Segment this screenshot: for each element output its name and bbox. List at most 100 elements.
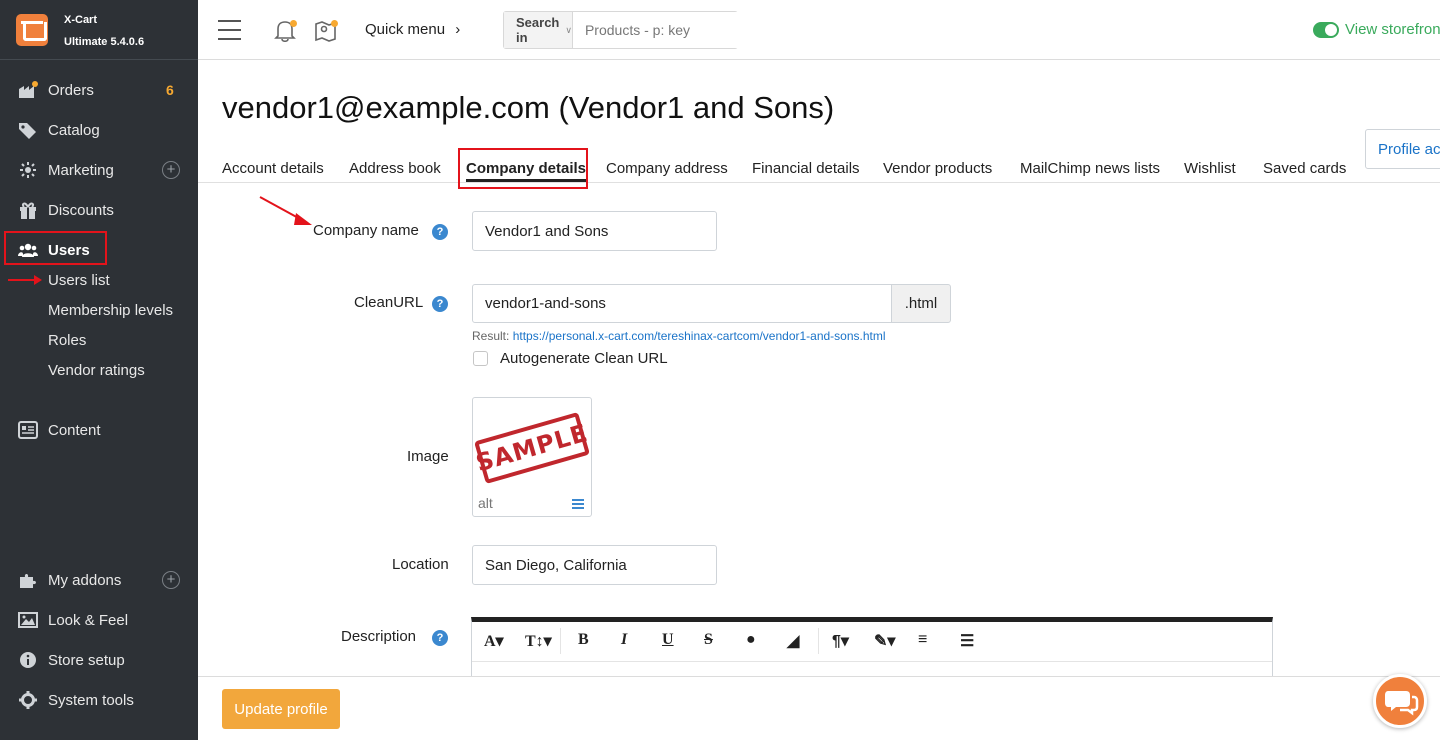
underline-icon[interactable]: U [662,631,674,649]
view-storefront-toggle[interactable]: View storefron [1313,21,1440,38]
help-icon[interactable]: ? [432,630,448,646]
company-image-uploader[interactable]: SAMPLE alt [472,397,592,517]
sidebar-item-catalog[interactable]: Catalog [0,115,198,145]
sidebar-item-label: Marketing [48,161,114,179]
tab-wishlist[interactable]: Wishlist [1184,160,1236,177]
sidebar-subitem-roles[interactable]: Roles [48,332,86,349]
quick-menu-label: Quick menu [365,21,446,38]
quick-menu-button[interactable]: Quick menu › [365,21,460,38]
add-marketing-plus-icon[interactable]: + [162,161,180,179]
sidebar-item-label: Catalog [48,121,100,139]
cleanurl-result: Result: https://personal.x-cart.com/tere… [472,329,886,343]
sidebar-item-store-setup[interactable]: Store setup [0,645,198,675]
sidebar-item-marketing[interactable]: Marketing + [0,155,198,185]
tab-financial-details[interactable]: Financial details [752,160,860,177]
help-icon[interactable]: ? [432,296,448,312]
editor-toolbar: A▾ T↕▾ B I U S ● ◢ ¶▾ ✎▾ ≡ ☰ [472,622,1272,662]
sidebar-item-label: Store setup [48,651,125,669]
description-label: Description [341,628,417,645]
brand: X-Cart Ultimate 5.4.0.6 [0,0,198,60]
chevron-down-icon: ∨ [565,24,572,35]
tab-address-book[interactable]: Address book [349,160,441,177]
tab-vendor-products[interactable]: Vendor products [883,160,992,177]
autogenerate-label: Autogenerate Clean URL [500,350,668,367]
cleanurl-value: vendor1-and-sons [485,295,606,312]
location-field[interactable]: San Diego, California [472,545,717,585]
red-arrow-icon [259,196,312,225]
search-in-dropdown[interactable]: Search in ∨ [504,12,573,48]
company-name-label: Company name [313,222,419,239]
bell-icon[interactable] [274,18,297,43]
cleanurl-field[interactable]: vendor1-and-sons [472,284,892,323]
brand-name: X-Cart [64,14,98,26]
font-size-icon[interactable]: T↕▾ [525,631,552,651]
top-bar: Quick menu › Search in ∨ View storefron [198,0,1440,60]
sidebar-subitem-users-list[interactable]: Users list [48,272,110,289]
strikethrough-icon[interactable]: S [704,631,713,649]
gift-icon [18,201,38,219]
unordered-list-icon[interactable]: ☰ [960,631,974,651]
sidebar-item-label: My addons [48,571,122,589]
tab-account-details[interactable]: Account details [222,160,324,177]
map-pin-icon[interactable] [314,18,338,42]
sidebar-item-system-tools[interactable]: System tools [0,685,198,715]
notification-dot [290,20,297,27]
location-value: San Diego, California [485,556,627,574]
hamburger-menu-icon[interactable] [218,20,241,40]
location-label: Location [392,556,449,573]
sidebar-item-content[interactable]: Content [0,415,198,445]
active-tab-highlight-box [458,148,588,189]
result-label: Result: [472,329,510,343]
orders-count-badge: 6 [166,82,174,98]
search-in-label: Search in [516,15,560,45]
sidebar-item-discounts[interactable]: Discounts [0,195,198,225]
sidebar-subitem-vendor-ratings[interactable]: Vendor ratings [48,362,145,379]
users-highlight-box [4,231,107,265]
paragraph-icon[interactable]: ¶▾ [832,631,849,651]
sidebar-subitem-membership-levels[interactable]: Membership levels [48,302,173,319]
company-name-field[interactable]: Vendor1 and Sons [472,211,717,251]
puzzle-icon [18,571,38,589]
text-color-icon[interactable]: ● [746,631,756,649]
bold-icon[interactable]: B [578,631,589,649]
chat-icon[interactable] [1373,674,1427,728]
sample-stamp-image: SAMPLE [473,411,591,485]
italic-icon[interactable]: I [621,631,627,649]
company-name-value: Vendor1 and Sons [485,222,609,240]
sidebar: X-Cart Ultimate 5.4.0.6 Orders 6 Catalog… [0,0,198,740]
ordered-list-icon[interactable]: ≡ [918,631,927,649]
add-addon-plus-icon[interactable]: + [162,571,180,589]
sidebar-item-my-addons[interactable]: My addons + [0,565,198,595]
tab-saved-cards[interactable]: Saved cards [1263,160,1346,177]
toggle-on-icon[interactable] [1313,21,1339,38]
gear-icon [18,691,38,709]
font-family-icon[interactable]: A▾ [484,631,504,651]
help-icon[interactable]: ? [432,224,448,240]
eraser-icon[interactable]: ◢ [787,631,799,651]
sidebar-item-orders[interactable]: Orders 6 [0,75,198,105]
image-label: Image [407,448,449,465]
cleanurl-label: CleanURL [354,294,424,311]
magic-wand-icon[interactable]: ✎▾ [874,631,895,651]
description-editor[interactable]: A▾ T↕▾ B I U S ● ◢ ¶▾ ✎▾ ≡ ☰ [471,617,1273,677]
autogenerate-checkbox[interactable] [473,351,488,366]
sticky-footer: Update profile [198,676,1440,740]
sidebar-item-label: Look & Feel [48,611,129,629]
image-menu-icon[interactable] [572,499,584,509]
marketing-icon [18,161,38,179]
search-box: Search in ∨ [503,11,766,49]
content-icon [18,421,38,439]
tag-icon [18,121,38,139]
page-title: vendor1@example.com (Vendor1 and Sons) [222,90,835,125]
tab-mailchimp-news-lists[interactable]: MailChimp news lists [1020,160,1160,177]
sidebar-item-label: Content [48,421,101,439]
cleanurl-suffix: .html [891,284,951,323]
update-profile-button[interactable]: Update profile [222,689,340,729]
image-alt-text: alt [478,495,493,511]
tab-company-address[interactable]: Company address [606,160,728,177]
xcart-logo-icon[interactable] [16,14,48,46]
sidebar-item-look-and-feel[interactable]: Look & Feel [0,605,198,635]
search-input[interactable] [572,12,766,48]
sidebar-item-label: System tools [48,691,134,709]
result-url-link[interactable]: https://personal.x-cart.com/tereshinax-c… [513,329,886,343]
